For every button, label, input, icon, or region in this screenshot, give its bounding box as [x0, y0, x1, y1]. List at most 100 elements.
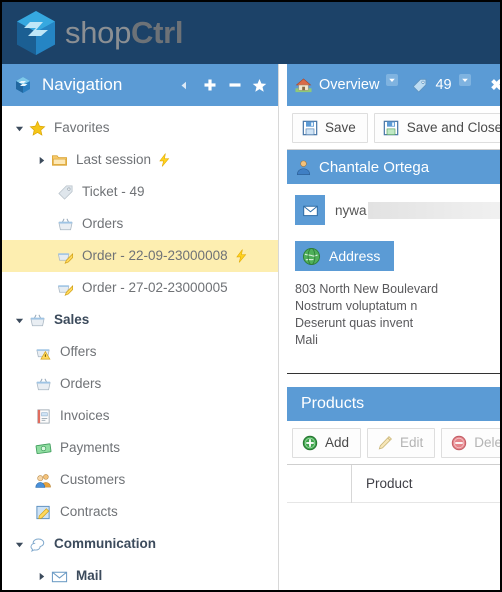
tree-item-orders[interactable]: Orders: [2, 368, 278, 400]
navigation-title: Navigation: [42, 75, 123, 94]
offer-icon: [34, 343, 52, 361]
basket-icon: [56, 215, 74, 233]
money-icon: [34, 439, 52, 457]
tree-item-label: Order - 27-02-23000005: [82, 280, 228, 296]
tree-item-label: Customers: [60, 472, 126, 488]
chevron-down-icon[interactable]: [12, 537, 26, 551]
detail-panel: Overview 49 ✖ Save: [287, 64, 500, 590]
navigation-header-buttons: [176, 77, 268, 94]
cube-icon: [14, 76, 32, 94]
tab-ticket-49[interactable]: 49: [411, 64, 471, 106]
address-line: Mali: [295, 333, 318, 347]
address-line: Nostrum voluptatum n: [295, 299, 418, 313]
application-window: shopCtrl Navigation Favorites Last sessi…: [0, 0, 502, 592]
address-lines: 803 North New Boulevard Nostrum voluptat…: [295, 281, 500, 349]
contract-icon: [34, 503, 52, 521]
brand-bar: shopCtrl: [2, 2, 500, 64]
add-product-button-label: Add: [325, 435, 350, 450]
plus-icon[interactable]: [201, 77, 218, 94]
brand-name: shopCtrl: [65, 15, 184, 51]
tag-icon: [56, 183, 74, 201]
plus-circle-green-icon: [301, 434, 318, 451]
tree-item-label: Favorites: [54, 120, 110, 136]
close-icon[interactable]: ✖: [490, 76, 500, 94]
edit-product-button-label: Edit: [400, 435, 424, 450]
basket-icon: [34, 375, 52, 393]
tree-item-payments[interactable]: Payments: [2, 432, 278, 464]
folder-icon: [50, 151, 68, 169]
email-value[interactable]: nywa: [335, 201, 500, 219]
brand-name-bold: Ctrl: [131, 15, 184, 50]
tree-item-invoices[interactable]: Invoices: [2, 400, 278, 432]
products-column-selector: [287, 464, 352, 503]
tree-item-contracts[interactable]: Contracts: [2, 496, 278, 528]
tree-item-label: Sales: [54, 312, 90, 328]
chevron-down-icon[interactable]: [12, 121, 26, 135]
products-title: Products: [301, 395, 365, 412]
home-icon: [295, 77, 312, 94]
shopctrl-cube-logo: [10, 7, 62, 59]
chevron-right-icon[interactable]: [34, 153, 48, 167]
tree-item-favorites[interactable]: Favorites: [2, 112, 278, 144]
tree-item-last-session[interactable]: Last session: [2, 144, 278, 176]
address-line: Deserunt quas invent: [295, 316, 414, 330]
envelope-icon[interactable]: [295, 195, 325, 225]
tree-item-label: Orders: [60, 376, 102, 392]
tree-item-label: Ticket - 49: [82, 184, 145, 200]
detail-tabbar: Overview 49 ✖: [287, 64, 500, 106]
tree-item-orders-favorite[interactable]: Orders: [2, 208, 278, 240]
navigation-tree: Favorites Last session Ticket - 49 Order…: [2, 106, 278, 590]
email-row: nywa: [295, 195, 500, 225]
invoice-icon: [34, 407, 52, 425]
minus-icon[interactable]: [226, 77, 243, 94]
tree-item-sales[interactable]: Sales: [2, 304, 278, 336]
tree-item-label: Order - 22-09-23000008: [82, 248, 228, 264]
caret-left-icon[interactable]: [176, 77, 193, 94]
products-grid-header: Product: [287, 464, 500, 503]
tab-label: 49: [435, 77, 452, 93]
email-prefix: nywa: [335, 202, 367, 218]
chevron-down-icon[interactable]: [386, 74, 399, 86]
globe-icon: [302, 247, 321, 266]
chevron-down-icon[interactable]: [12, 313, 26, 327]
address-line: 803 North New Boulevard: [295, 282, 439, 296]
tree-item-communication[interactable]: Communication: [2, 528, 278, 560]
tree-item-offers[interactable]: Offers: [2, 336, 278, 368]
chevron-down-icon[interactable]: [458, 74, 471, 86]
tree-item-order-27-02-23000005[interactable]: Order - 27-02-23000005: [2, 272, 278, 304]
tree-item-ticket-49[interactable]: Ticket - 49: [2, 176, 278, 208]
tree-item-customers[interactable]: Customers: [2, 464, 278, 496]
products-section-header: Products: [287, 387, 500, 421]
star-icon: [28, 119, 46, 137]
order-icon: [56, 279, 74, 297]
save-button[interactable]: Save: [292, 112, 368, 143]
contact-section-header: Chantale Ortega: [287, 150, 500, 184]
email-redaction: [367, 201, 500, 219]
tab-overview[interactable]: Overview: [295, 64, 399, 106]
add-product-button[interactable]: Add: [292, 427, 362, 458]
tree-item-label: Last session: [76, 152, 152, 168]
tree-item-mail[interactable]: Mail: [2, 560, 278, 590]
chat-icon: [28, 535, 46, 553]
contact-body: nywa Address 803 North New Boulevard Nos…: [287, 184, 500, 359]
tree-item-label: Contracts: [60, 504, 118, 520]
products-column-product: Product: [366, 476, 413, 491]
section-spacer: [287, 374, 500, 387]
navigation-panel: Navigation Favorites Last session Ticket…: [2, 64, 279, 590]
chevron-right-icon[interactable]: [34, 569, 48, 583]
star-icon[interactable]: [251, 77, 268, 94]
brand-name-light: shop: [65, 15, 132, 50]
order-icon: [56, 247, 74, 265]
customers-icon: [34, 471, 52, 489]
delete-product-button[interactable]: Delete: [441, 427, 500, 458]
pencil-icon: [376, 434, 393, 451]
save-button-label: Save: [325, 120, 356, 135]
save-and-close-button-label: Save and Close: [406, 120, 500, 135]
tree-item-order-22-09-23000008[interactable]: Order - 22-09-23000008: [2, 240, 278, 272]
tree-item-label: Payments: [60, 440, 121, 456]
edit-product-button[interactable]: Edit: [367, 427, 436, 458]
save-and-close-button[interactable]: Save and Close: [373, 112, 500, 143]
tree-item-label: Orders: [82, 216, 124, 232]
tree-item-label: Communication: [54, 536, 157, 552]
address-button[interactable]: Address: [295, 241, 395, 271]
